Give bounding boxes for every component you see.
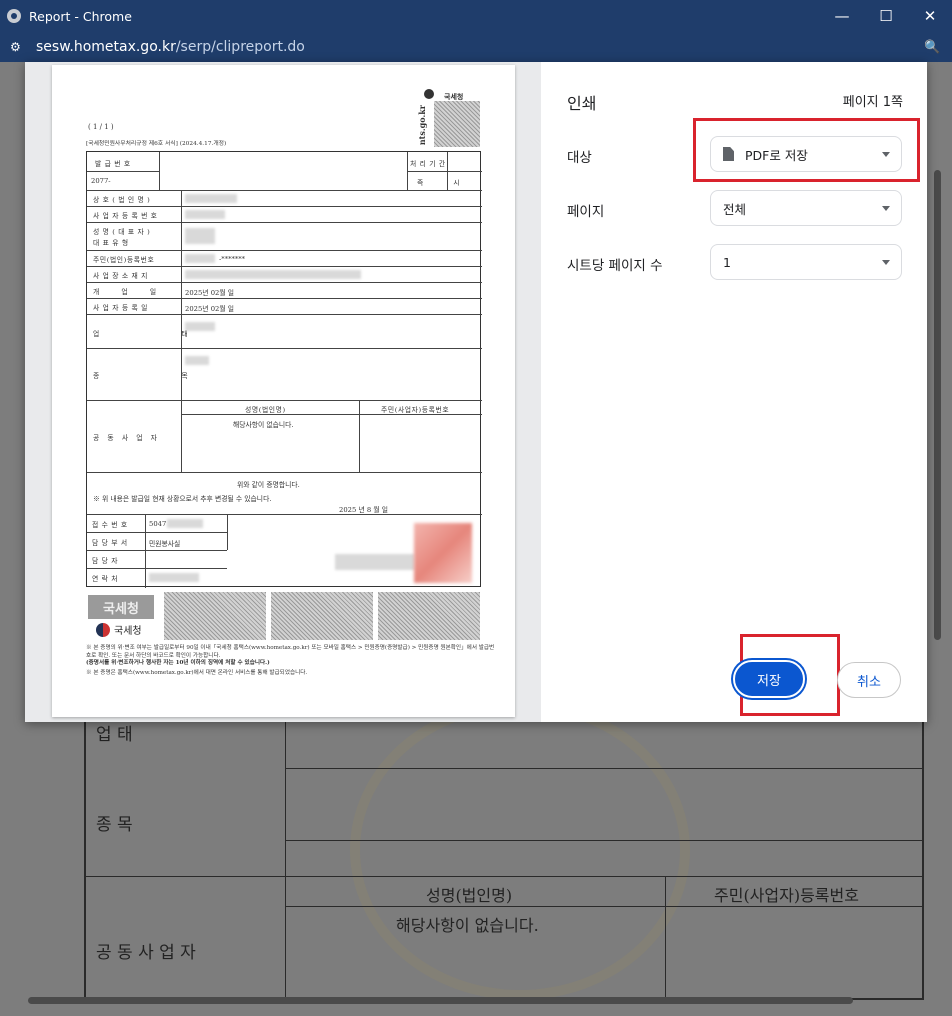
process-period-value: 즉 시 (417, 179, 474, 187)
nts-mark-icon (96, 622, 110, 637)
preview-sheet: 국세청 nts.go.kr ( 1 / 1 ) [국세청민원사무처리규정 제6호… (52, 65, 515, 717)
bg-co-none: 해당사항이 없습니다. (396, 916, 539, 935)
receipt-no-label: 접 수 번 호 (92, 521, 128, 529)
vertical-scrollbar[interactable] (932, 170, 942, 650)
contact-label: 연 락 처 (92, 575, 119, 583)
destination-highlight (693, 118, 920, 182)
qr-code-top (434, 101, 480, 147)
certify-text: 위와 같이 증명합니다. (237, 481, 300, 489)
officer-label: 담 당 자 (92, 557, 119, 565)
agency-mark-icon (424, 89, 434, 99)
barcode-2 (271, 592, 373, 640)
window-title-bar: Report - Chrome — ☐ ✕ (0, 0, 952, 32)
window-title: Report - Chrome (29, 8, 132, 24)
process-period-label: 처 리 기 간 (410, 160, 446, 168)
nts-logo: 국세청 (96, 622, 142, 637)
maximize-icon[interactable]: ☐ (864, 0, 908, 32)
bg-co-owner-label: 공 동 사 업 자 (96, 943, 196, 963)
issue-no-label: 발 급 번 호 (95, 160, 131, 168)
domain-vertical: nts.go.kr (417, 105, 427, 146)
company-label: 상 호 ( 법 인 명 ) (93, 196, 151, 204)
address-label: 사 업 장 소 재 지 (93, 272, 148, 280)
form-note: [국세청민원사무처리규정 제6호 서식] (2024.4.17.개정) (86, 141, 227, 147)
brand-logo-box: 국세청 (88, 595, 154, 619)
issue-no-value: 2077- (91, 177, 111, 185)
business-item-label: 종 목 (93, 372, 228, 380)
bg-co-name-header: 성명(법인명) (426, 886, 513, 905)
reg-date-value: 2025년 02월 일 (185, 305, 235, 313)
receipt-no-value: 5047 (149, 520, 167, 528)
co-none: 해당사항이 없습니다. (233, 421, 294, 429)
footer-note-3: ※ 본 증명은 홈택스(www.hometax.go.kr)에서 대면 온라인 … (86, 670, 308, 676)
page-count: 페이지 1쪽 (842, 95, 903, 110)
save-button[interactable]: 저장 (733, 660, 805, 698)
minimize-icon[interactable]: — (820, 0, 864, 32)
site-settings-icon[interactable]: ⚙ (10, 40, 24, 54)
chevron-down-icon (882, 260, 890, 265)
biz-reg-no-label: 사 업 자 등 록 번 호 (93, 212, 158, 220)
name-label: 성 명 ( 대 표 자 ) (93, 228, 151, 236)
pages-select[interactable]: 전체 (710, 190, 902, 226)
chevron-down-icon (882, 206, 890, 211)
bg-business-type-label: 업 태 (96, 725, 133, 745)
dept-value: 민원봉사실 (149, 540, 181, 548)
open-date-label: 개 업 일 (93, 288, 167, 296)
footer-note-1: ※ 본 증명의 위·변조 여부는 발급일로부터 90일 이내「국세청 홈택스(w… (86, 645, 495, 659)
url-text[interactable]: sesw.hometax.go.kr/serp/clipreport.do (36, 39, 924, 55)
official-seal (414, 523, 472, 583)
print-title: 인쇄 (567, 94, 597, 113)
close-icon[interactable]: ✕ (908, 0, 952, 32)
bg-business-item-label: 종 목 (96, 815, 133, 835)
bg-col-line (665, 876, 666, 1000)
print-preview: 국세청 nts.go.kr ( 1 / 1 ) [국세청민원사무처리규정 제6호… (25, 62, 541, 722)
dept-label: 담 당 부 서 (92, 539, 128, 547)
resident-no-label: 주민(법인)등록번호 (93, 256, 155, 264)
barcode-1 (164, 592, 266, 640)
zoom-icon[interactable]: 🔍 (924, 40, 940, 55)
address-bar: ⚙ sesw.hometax.go.kr/serp/clipreport.do … (0, 32, 952, 62)
pages-per-sheet-label: 시트당 페이지 수 (567, 258, 663, 274)
co-name-header: 성명(법인명) (245, 406, 286, 414)
co-id-header: 주민(사업자)등록번호 (381, 406, 450, 414)
pages-label: 페이지 (567, 204, 605, 220)
open-date-value: 2025년 02월 일 (185, 289, 235, 297)
co-owner-label: 공 동 사 업 자 (93, 434, 160, 442)
rep-type-label: 대 표 유 형 (93, 239, 129, 247)
destination-label: 대상 (567, 150, 592, 166)
reg-date-label: 사 업 자 등 록 일 (93, 304, 148, 312)
bg-co-id-header: 주민(사업자)등록번호 (714, 886, 859, 905)
chrome-icon (7, 9, 21, 23)
barcode-3 (378, 592, 480, 640)
date-text: 2025 년 8 월 일 (339, 506, 389, 514)
resident-mask: -******* (219, 255, 246, 263)
bg-row-line (86, 876, 922, 877)
footer-note-2: (증명서를 위·변조하거나 행사한 자는 10년 이하의 징역에 처할 수 있습… (86, 660, 270, 666)
note-text: ※ 위 내용은 발급일 현재 상황으로서 추후 변경될 수 있습니다. (93, 495, 272, 503)
page-indicator: ( 1 / 1 ) (88, 123, 114, 131)
horizontal-scrollbar[interactable] (6, 994, 936, 1006)
pages-per-sheet-select[interactable]: 1 (710, 244, 902, 280)
certificate-form: 발 급 번 호 2077- 처 리 기 간 즉 시 상 호 (법 인 명) … (86, 151, 482, 588)
cancel-button[interactable]: 취소 (837, 662, 901, 698)
